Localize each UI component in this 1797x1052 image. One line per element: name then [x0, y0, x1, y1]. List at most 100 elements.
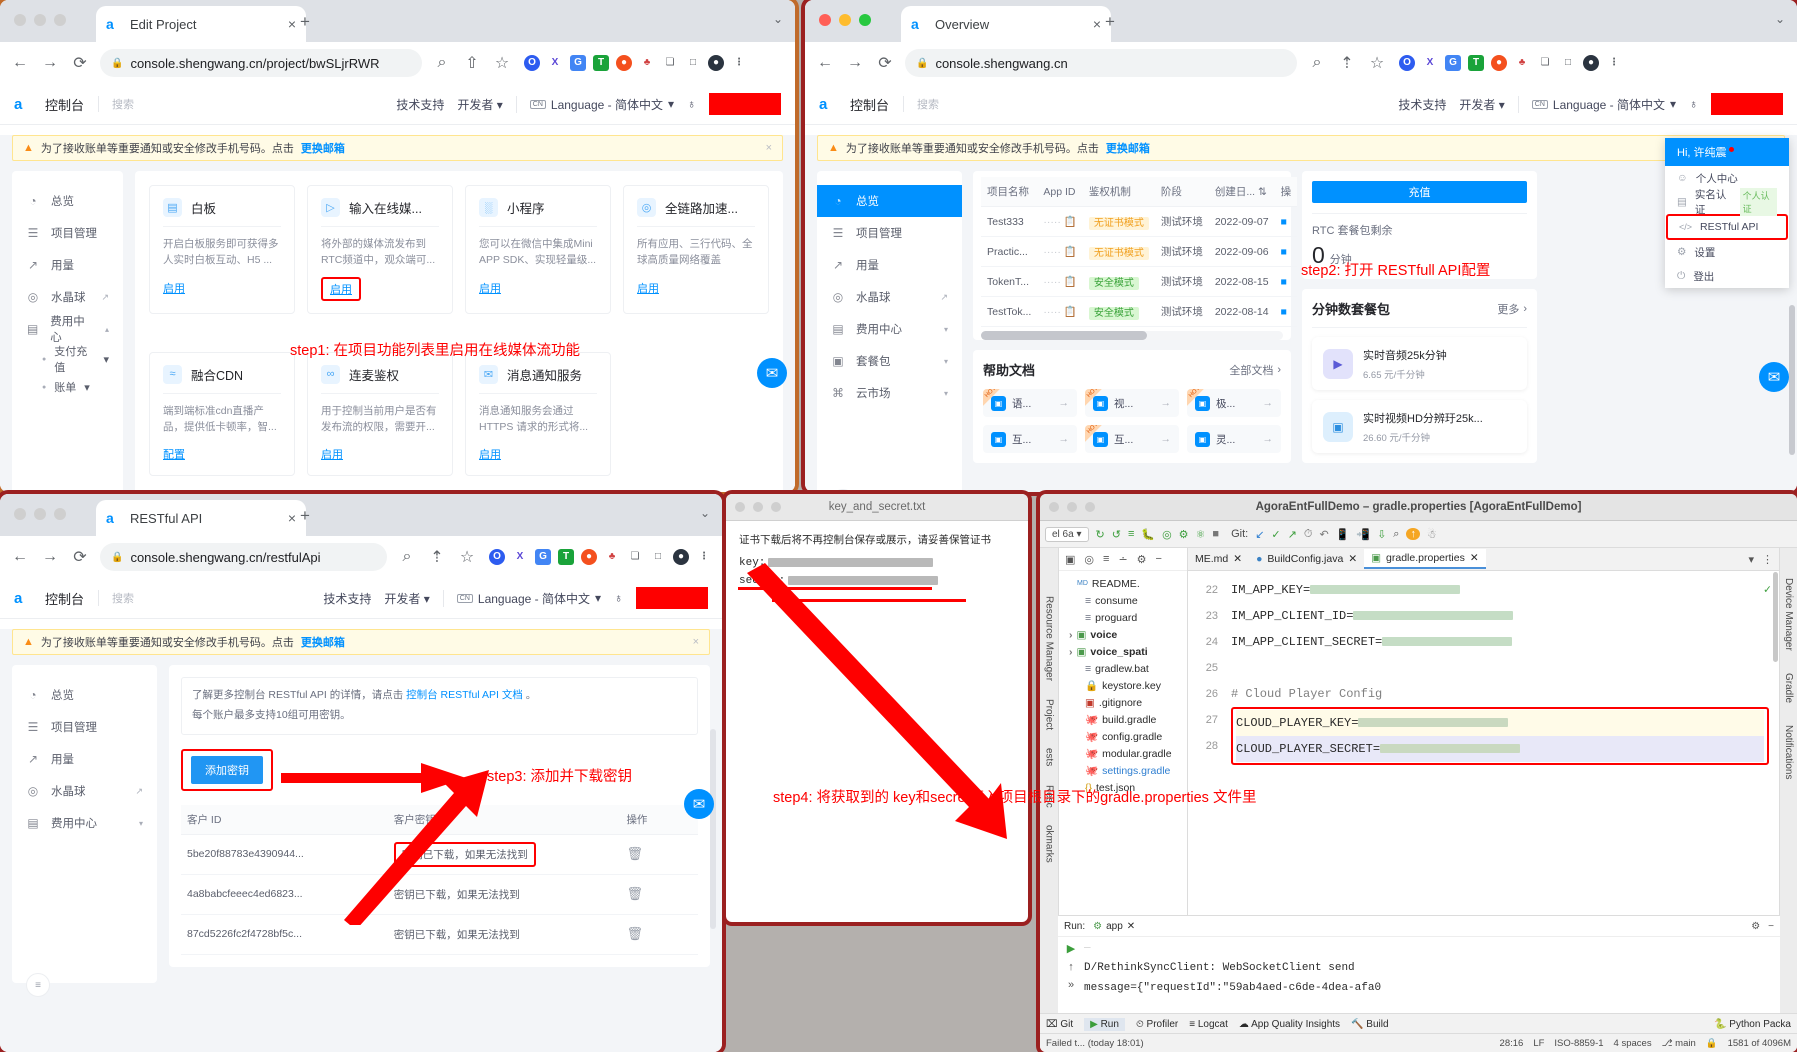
x-extension-icon[interactable]: X	[547, 55, 563, 71]
editor-tab-gradle-properties[interactable]: ▣ gradle.properties ✕	[1364, 549, 1486, 569]
title-bar[interactable]: key_and_secret.txt	[726, 494, 1028, 521]
android-studio-window[interactable]: AgoraEntFullDemo – gradle.properties [Ag…	[1040, 494, 1797, 1052]
shield-extension-icon[interactable]: T	[558, 549, 574, 565]
code-line[interactable]: IM_APP_KEY= ✓	[1231, 577, 1779, 603]
adblock-extension-icon[interactable]: ●	[581, 549, 597, 565]
git-revert-icon[interactable]: ↶	[1319, 528, 1328, 541]
extensions-row[interactable]: O X G T ● ♣ ❏ □ ● ⋮	[487, 549, 712, 565]
back-icon[interactable]: ←	[815, 54, 835, 72]
avd-manager-icon[interactable]: 📱	[1336, 528, 1350, 541]
rail-gradle[interactable]: Gradle	[1783, 673, 1794, 703]
sdk-manager-icon[interactable]: 📲	[1356, 528, 1370, 541]
window-controls[interactable]	[14, 14, 66, 26]
window-controls[interactable]	[14, 508, 66, 520]
git-history-icon[interactable]: ⏱	[1304, 528, 1313, 541]
opera-extension-icon[interactable]: O	[524, 55, 540, 71]
menu-item-logout[interactable]: ⏻ 登出	[1665, 264, 1789, 288]
sidebar-item-crystal-ball[interactable]: ◎ 水晶球 ↗	[12, 775, 157, 807]
device-selector[interactable]: el 6a ▾	[1045, 526, 1089, 542]
ide-toolbar[interactable]: el 6a ▾ ↻ ↺ ≡ 🐛 ◎ ⚙ ⚛ ■ Git: ↙ ✓ ↗ ⏱ ↶ 📱…	[1040, 521, 1797, 548]
share-icon[interactable]: ⇡	[1337, 53, 1357, 73]
status-memory[interactable]: 1581 of 4096M	[1728, 1038, 1791, 1049]
sidebar-item-overview[interactable]: ◔ 总览	[12, 185, 123, 217]
forward-icon[interactable]: →	[845, 54, 865, 72]
tree-item[interactable]: ≡ consume	[1059, 592, 1187, 609]
status-line-separator[interactable]: LF	[1533, 1038, 1544, 1049]
reload-icon[interactable]: ⟳	[875, 53, 895, 73]
tree-item[interactable]: MD README.	[1059, 575, 1187, 592]
help-docs-panel[interactable]: 帮助文档 全部文档 › HOT ▣ 语... → HOT ▣ 视... → HOT ▣ 极... →…	[973, 350, 1291, 463]
chrome-menu-icon[interactable]: ⋮	[731, 55, 747, 71]
puzzle-extension-icon[interactable]: ❏	[627, 549, 643, 565]
page-scrollbar[interactable]	[710, 729, 716, 929]
support-link[interactable]: 技术支持	[323, 590, 371, 607]
tool-tab-git[interactable]: ⌧ Git	[1046, 1019, 1073, 1030]
ide-right-rail[interactable]: Device Manager Gradle Notifications	[1779, 548, 1797, 1052]
doc-card[interactable]: HOT ▣ 互... →	[1085, 425, 1179, 453]
google-translate-icon[interactable]: G	[535, 549, 551, 565]
sidebar-item-overview[interactable]: ◔ 总览	[817, 185, 962, 217]
notification-bell-icon[interactable]: ♁	[614, 591, 623, 605]
address-bar[interactable]: 🔒 console.shengwang.cn/restfulApi	[100, 543, 387, 571]
tree-item[interactable]: 🐙 modular.gradle	[1059, 745, 1187, 762]
collapse-all-icon[interactable]: ∸	[1118, 553, 1127, 566]
change-email-link[interactable]: 更换邮箱	[301, 634, 345, 650]
omnibox-bar[interactable]: ← → ⟳ 🔒 console.shengwang.cn/restfulApi …	[0, 536, 722, 578]
status-caret-position[interactable]: 28:16	[1500, 1038, 1524, 1049]
tree-item[interactable]: ≡ proguard	[1059, 609, 1187, 626]
run-log-output[interactable]: D/RethinkSyncClient: WebSocketClient sen…	[1084, 937, 1780, 998]
tree-item[interactable]: 🐙 settings.gradle	[1059, 762, 1187, 779]
sidebar-item-project-management[interactable]: ☰ 项目管理	[12, 711, 157, 743]
file-tree[interactable]: MD README. ≡ consume ≡ proguard › ▣ voice › ▣ v…	[1059, 571, 1187, 800]
search-everywhere-icon[interactable]: ⌕	[1393, 528, 1399, 541]
page-zoom-icon[interactable]: ⌕	[397, 548, 417, 566]
doc-card[interactable]: ▣ 灵... →	[1187, 425, 1281, 453]
rail-resource-manager[interactable]: Resource Manager	[1044, 596, 1055, 681]
window-controls[interactable]	[1049, 502, 1095, 512]
notification-bell-icon[interactable]: ♁	[687, 97, 696, 111]
hide-panel-icon[interactable]: −	[1156, 553, 1162, 565]
sidebar-toggle-icon[interactable]: □	[1560, 55, 1576, 71]
git-pull-icon[interactable]: ↙	[1255, 528, 1264, 541]
code-content[interactable]: IM_APP_KEY= ✓ IM_APP_CLIENT_ID= IM_APP_CL…	[1223, 571, 1779, 765]
console-search-input[interactable]: 搜索	[98, 590, 134, 606]
scroll-to-end-icon[interactable]: ↑	[1068, 961, 1074, 973]
recharge-button[interactable]: 充值	[1312, 181, 1527, 203]
rail-bookmarks[interactable]: okmarks	[1044, 825, 1055, 863]
ide-status-bar[interactable]: Failed t... (today 18:01) 28:16 LF ISO-8…	[1040, 1033, 1797, 1052]
run-icon[interactable]: ↻	[1096, 528, 1105, 541]
opera-extension-icon[interactable]: O	[1399, 55, 1415, 71]
rerun-icon[interactable]: ▶	[1067, 942, 1075, 955]
project-table[interactable]: 项目名称 App ID 鉴权机制 阶段 创建日... ⇅ 操 Test333 ·…	[981, 177, 1298, 327]
forward-icon[interactable]: →	[40, 548, 60, 566]
feature-card[interactable]: ≈ 融合CDN 端到端标准cdn直播产品，提供低卡顿率，智... 配置	[149, 351, 295, 477]
console-sidebar[interactable]: ◔ 总览 ☰ 项目管理 ↗ 用量 ◎ 水晶球 ↗ ▤ 费用中心 ▴ ● 支付充值…	[12, 171, 123, 492]
cell-delete[interactable]: 🗑	[620, 834, 698, 875]
sidebar-item-billing-center[interactable]: ▤ 费用中心 ▾	[12, 807, 157, 839]
google-translate-icon[interactable]: G	[570, 55, 586, 71]
profile-icon[interactable]: ◎	[1162, 528, 1172, 541]
omnibox-bar[interactable]: ← → ⟳ 🔒 console.shengwang.cn ⌕ ⇡ ☆ O X G…	[805, 42, 1797, 84]
package-card[interactable]: ▶ 实时音频25k分钟 6.65 元/千分钟	[1312, 337, 1527, 390]
enable-link[interactable]: 启用	[479, 280, 501, 296]
shield-extension-icon[interactable]: T	[593, 55, 609, 71]
notification-bell-icon[interactable]: ♁	[1689, 97, 1698, 111]
doc-card[interactable]: HOT ▣ 语... →	[983, 389, 1077, 417]
close-window-dot[interactable]	[14, 508, 26, 520]
cell-app-id[interactable]: ····· 📋	[1037, 206, 1083, 237]
feature-card[interactable]: ░ 小程序 您可以在微信中集成Mini APP SDK、实现轻量级... 启用	[465, 185, 611, 314]
sidebar-collapse-button[interactable]: ≡	[26, 973, 50, 997]
run-tool-window[interactable]: Run: ⚙ app ✕ ⚙ − ▶ ↑ » D/RethinkSyncClient…	[1058, 915, 1780, 1016]
sidebar-item-cloud-market[interactable]: ⌘ 云市场 ▾	[817, 377, 962, 409]
code-line[interactable]: CLOUD_PLAYER_SECRET=	[1236, 736, 1764, 762]
editor-tab-readme[interactable]: ME.md ✕	[1188, 550, 1249, 568]
language-selector[interactable]: CN Language - 简体中文 ▾	[515, 95, 674, 113]
configure-link[interactable]: 配置	[163, 446, 185, 462]
profile-avatar[interactable]: ●	[1583, 55, 1599, 71]
code-line[interactable]: IM_APP_CLIENT_ID=	[1231, 603, 1779, 629]
browser-tab[interactable]: a Edit Project ×	[96, 6, 306, 42]
menu-item-verification[interactable]: ▤ 实名认证 个人认证	[1665, 188, 1789, 216]
account-avatar-icon[interactable]: ☃	[1427, 528, 1437, 541]
sitemap-extension-icon[interactable]: ♣	[639, 55, 655, 71]
console-search-input[interactable]: 搜索	[98, 96, 134, 112]
